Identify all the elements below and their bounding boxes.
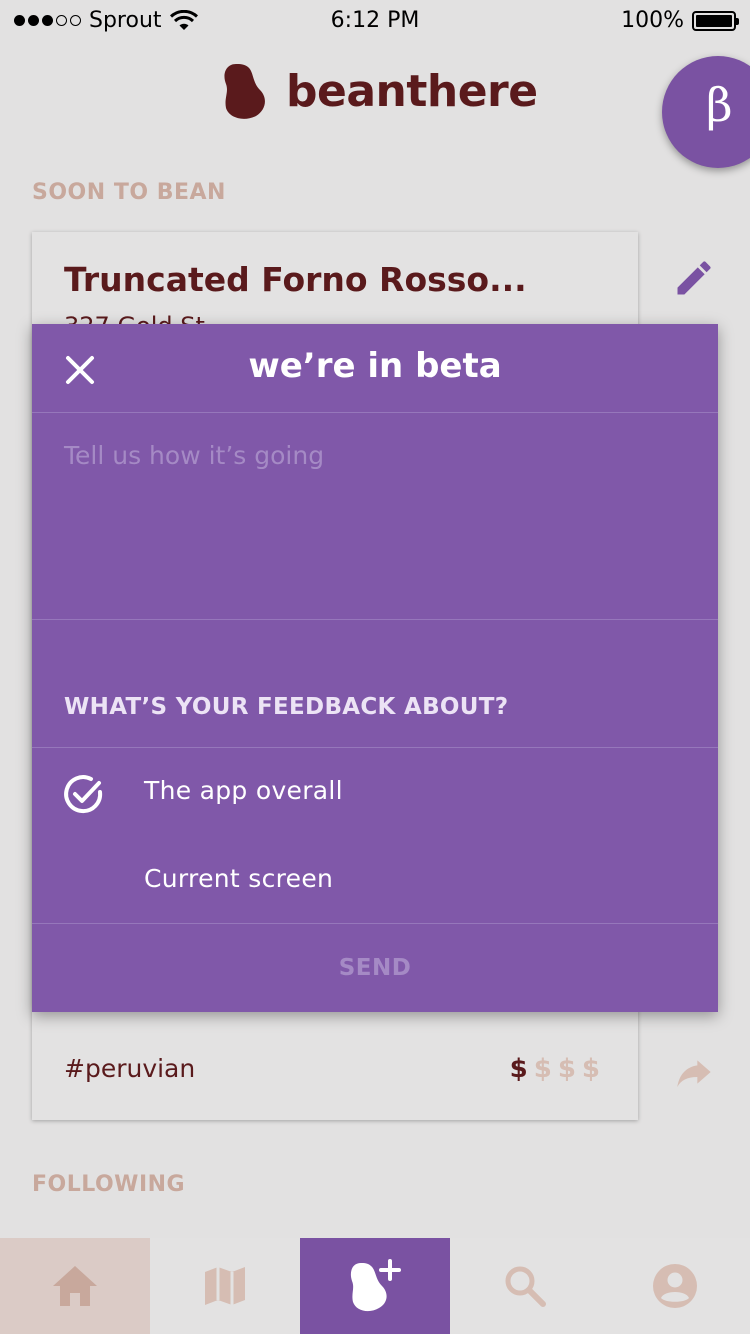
- section-soon-to-bean: SOON TO BEAN: [32, 180, 226, 205]
- bean-plus-icon: [350, 1259, 401, 1312]
- beta-feedback-dialog: we’re in beta WHAT’S YOUR FEEDBACK ABOUT…: [32, 324, 718, 1012]
- price-symbol: $: [557, 1054, 582, 1084]
- beta-badge-label: β: [706, 78, 733, 132]
- search-icon: [505, 1266, 546, 1307]
- dialog-header: we’re in beta: [32, 324, 718, 413]
- tab-add-bean[interactable]: [300, 1238, 450, 1334]
- edit-icon[interactable]: [672, 256, 716, 300]
- dialog-title: we’re in beta: [248, 346, 502, 386]
- option-label: Current screen: [144, 864, 334, 893]
- option-current-screen[interactable]: Current screen: [32, 836, 718, 924]
- price-symbol: $: [533, 1054, 558, 1084]
- section-following: FOLLOWING: [32, 1172, 186, 1197]
- price-level: $$$$: [510, 1054, 606, 1084]
- price-symbol: $: [509, 1054, 534, 1084]
- home-icon: [53, 1266, 97, 1306]
- tab-map[interactable]: [150, 1238, 300, 1334]
- app-name: beanthere: [286, 65, 538, 117]
- feedback-input[interactable]: [32, 413, 718, 620]
- beta-feedback-button[interactable]: β: [662, 56, 750, 168]
- battery-icon: [692, 10, 739, 31]
- option-app-overall[interactable]: The app overall: [32, 748, 718, 836]
- battery-percent: 100%: [621, 8, 684, 33]
- bean-logo-icon: [224, 64, 265, 119]
- tab-home[interactable]: [0, 1238, 150, 1334]
- tab-search[interactable]: [450, 1238, 600, 1334]
- feedback-topic-question: WHAT’S YOUR FEEDBACK ABOUT?: [64, 694, 509, 720]
- share-icon[interactable]: [674, 1052, 714, 1092]
- cafe-tag[interactable]: #peruvian: [64, 1054, 195, 1083]
- app-logo: beanthere: [222, 62, 538, 120]
- status-bar: Sprout 6:12 PM 100%: [0, 0, 750, 42]
- send-button[interactable]: SEND: [32, 924, 718, 1012]
- cafe-name: Truncated Forno Rosso...: [64, 260, 527, 299]
- check-circle-icon: [64, 775, 103, 814]
- account-icon: [653, 1264, 697, 1308]
- option-label: The app overall: [144, 776, 343, 805]
- tab-profile[interactable]: [600, 1238, 750, 1334]
- tab-bar: [0, 1238, 750, 1334]
- map-icon: [205, 1267, 245, 1305]
- price-symbol: $: [581, 1054, 606, 1084]
